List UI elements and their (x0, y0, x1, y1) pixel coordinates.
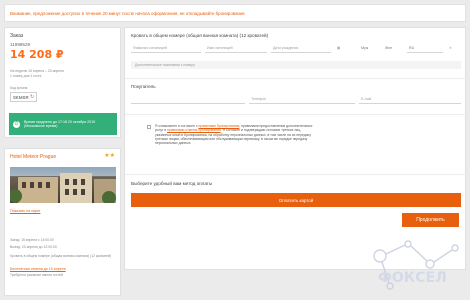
show-on-map-link[interactable]: Показать на карте (10, 209, 40, 213)
order-id: 11998529 (10, 42, 31, 47)
birthdate-placeholder: Дата рождения (273, 46, 299, 50)
continue-button-label: Продолжить (416, 217, 445, 223)
order-summary-card: Заказ 11998529 14 208 ₽ На неделю 15 апр… (4, 27, 121, 138)
birthdate-input[interactable]: Дата рождения (271, 45, 331, 53)
pay-by-card-button[interactable]: Оплатить картой (131, 193, 461, 207)
firstname-input[interactable]: Имя латиницей (205, 45, 267, 53)
continue-button[interactable]: Продолжить (402, 213, 459, 227)
coupon-code-value: SKMSR (13, 94, 29, 100)
hotel-stars: ★★ (104, 153, 115, 159)
order-price: 14 208 ₽ (10, 48, 64, 61)
buyer-email-input[interactable]: E-mail (359, 96, 461, 104)
buyer-email-placeholder: E-mail (361, 97, 372, 101)
gender-female-label: Жен (385, 46, 393, 50)
order-title: Заказ (10, 33, 24, 39)
guest-name-requirement: Требуется указание имени гостей (10, 273, 63, 277)
agreement-text: Я ознакомлен и согласен с правилами брон… (155, 124, 313, 145)
buyer-name-input[interactable] (131, 96, 245, 104)
pay-button-label: Оплатить картой (278, 197, 314, 203)
firstname-placeholder: Имя латиницей (207, 46, 233, 50)
section-divider (125, 114, 467, 115)
gender-male-label: Муж (361, 46, 369, 50)
agree-checkbox[interactable] (147, 125, 151, 129)
buyer-phone-placeholder: Телефон (251, 97, 266, 101)
gender-male-option[interactable]: Муж (359, 45, 379, 53)
room-section-title: Кровать в общем номере (общая ванная ком… (131, 33, 269, 38)
checkout-info: Выезд: 23 апреля до 12:00:00 (10, 245, 57, 249)
remove-guest-icon[interactable]: ✕ (447, 45, 461, 53)
wishes-placeholder: Дополнительные пожелания к номеру (135, 63, 195, 67)
time-extended-notice: ⏱ Время продлено до 17:18 20 октября 201… (9, 113, 117, 135)
room-wishes-field[interactable]: Дополнительные пожелания к номеру (131, 61, 461, 69)
clock-icon: ⏱ (13, 120, 20, 128)
buyer-section-title: Покупатель (131, 84, 156, 89)
hotel-name[interactable]: Hotel Meteor Prague (10, 154, 56, 160)
checkin-info: Заезд: 15 апреля с 14:00:00 (10, 238, 54, 242)
order-dates: На неделю 15 апреля – 23 апреля (10, 69, 64, 73)
citizenship-select[interactable]: RU (407, 45, 443, 53)
section-divider (125, 78, 467, 79)
citizenship-value: RU (409, 46, 415, 50)
gender-female-option[interactable]: Жен (383, 45, 403, 53)
coupon-label: Код купона (10, 86, 28, 90)
hotel-photo (10, 167, 116, 203)
room-description: Кровать в общем номере (общая ванная ком… (10, 254, 112, 258)
lastname-placeholder: Фамилия латиницей (133, 46, 167, 50)
watermark-text: ФОКСЕЛ (378, 270, 447, 286)
notice-text: Время продлено до 17:18 20 октября 2019 … (24, 120, 96, 128)
calendar-icon[interactable]: ▦ (335, 45, 353, 53)
payment-method-title: Выберите удобный вам метод оплаты (131, 181, 213, 186)
hotel-card: Hotel Meteor Prague ★★ Показать на карте… (4, 148, 121, 296)
free-cancel-link[interactable]: Бесплатная отмена до 15 апреля (10, 267, 66, 271)
banner-text: Внимание, предложение доступно в течение… (10, 10, 245, 16)
lastname-input[interactable]: Фамилия латиницей (131, 45, 201, 53)
watermark-logo: ФОКСЕЛ (373, 240, 459, 290)
section-divider (125, 174, 467, 175)
buyer-phone-input[interactable]: Телефон (249, 96, 355, 104)
availability-banner: Внимание, предложение доступно в течение… (4, 4, 466, 22)
refresh-icon[interactable]: ↻ (30, 94, 34, 100)
order-room-count: 1 номер для 1 гостя (10, 74, 42, 78)
